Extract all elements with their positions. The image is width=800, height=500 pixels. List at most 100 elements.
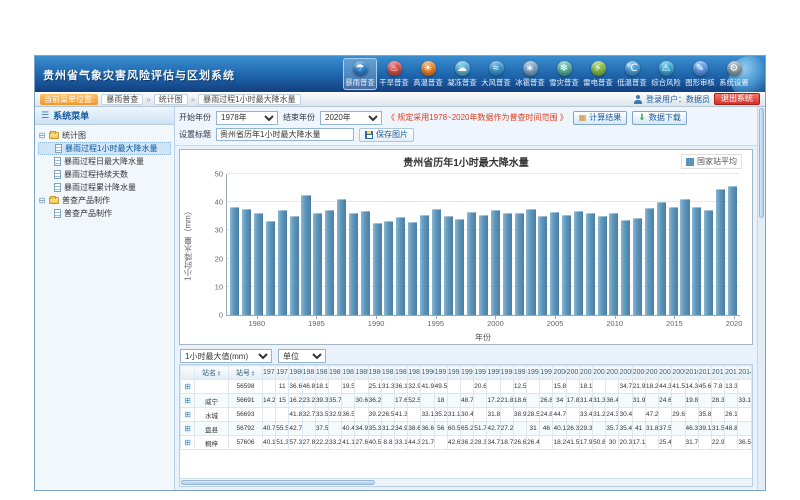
column-header-year[interactable]: 1992 <box>447 366 460 380</box>
column-header-year[interactable]: 1987 <box>381 366 394 380</box>
column-header-year[interactable]: 1991 <box>434 366 447 380</box>
sidebar-item[interactable]: 暴雨过程持续天数 <box>38 168 171 181</box>
column-header-year[interactable]: 1978 <box>263 366 276 380</box>
download-button[interactable]: ⇓ 数据下载 <box>632 111 687 125</box>
expand-row-icon[interactable]: ⊞ <box>184 410 191 419</box>
column-header-year[interactable]: 1986 <box>368 366 381 380</box>
column-header-year[interactable]: 1996 <box>500 366 513 380</box>
nav-item-rainstorm[interactable]: ☂暴雨普查 <box>343 58 377 90</box>
breadcrumb-item[interactable]: 暴雨过程1小时最大降水量 <box>198 94 300 105</box>
column-header-year[interactable]: 2012 <box>711 366 724 380</box>
end-year-select[interactable]: 2020年 <box>320 111 382 125</box>
value-cell: 50.8 <box>593 436 606 450</box>
collapse-icon[interactable]: ⊟ <box>38 131 46 140</box>
chart-bar <box>515 213 524 315</box>
metric-select[interactable]: 1小时最大值(mm) <box>180 349 272 363</box>
nav-item-drought[interactable]: ♨干旱普查 <box>377 58 411 90</box>
column-header-year[interactable]: 1988 <box>395 366 408 380</box>
column-header-year[interactable]: 2013 <box>725 366 738 380</box>
chart-title-input[interactable] <box>216 128 354 141</box>
column-header-year[interactable]: 1999 <box>540 366 553 380</box>
column-header-year[interactable]: 1979 <box>276 366 289 380</box>
column-header-year[interactable]: 2001 <box>566 366 579 380</box>
unit-select[interactable]: 单位 <box>278 349 326 363</box>
column-header-year[interactable]: 2004 <box>606 366 619 380</box>
calculate-button[interactable]: ▦ 计算结果 <box>573 111 628 125</box>
breadcrumb-item[interactable]: 暴雨普查 <box>101 94 143 105</box>
horizontal-scrollbar-thumb[interactable] <box>181 480 375 485</box>
expand-row-icon[interactable]: ⊞ <box>184 438 191 447</box>
column-header-year[interactable]: 1984 <box>342 366 355 380</box>
value-cell <box>698 394 711 408</box>
value-cell <box>672 436 685 450</box>
column-header-year[interactable]: 2002 <box>579 366 592 380</box>
settings-icon: ⚙ <box>727 61 742 76</box>
start-year-select[interactable]: 1978年 <box>216 111 278 125</box>
nav-item-wind[interactable]: ≈大风普查 <box>479 58 513 90</box>
nav-item-hail[interactable]: ∗冰雹普查 <box>513 58 547 90</box>
column-header-year[interactable]: 2011 <box>698 366 711 380</box>
column-header-year[interactable]: 1993 <box>461 366 474 380</box>
nav-item-settings[interactable]: ⚙系统设置 <box>717 58 751 90</box>
nav-item-snow[interactable]: ❄雪灾普查 <box>547 58 581 90</box>
column-header-year[interactable]: 2008 <box>659 366 672 380</box>
chart-bar <box>384 221 393 315</box>
chart-bar <box>242 209 251 315</box>
column-header-year[interactable]: 2003 <box>593 366 606 380</box>
nav-item-freeze[interactable]: ☁凝冻普查 <box>445 58 479 90</box>
column-header-year[interactable]: 2005 <box>619 366 632 380</box>
value-cell: 48.8 <box>725 422 738 436</box>
sidebar-item[interactable]: 暴雨过程日最大降水量 <box>38 155 171 168</box>
logout-button[interactable]: 退出系统 <box>714 93 760 105</box>
column-header-year[interactable]: 1982 <box>315 366 328 380</box>
nav-item-lightning[interactable]: ⚡雷电普查 <box>581 58 615 90</box>
nav-item-review[interactable]: ✎图形审核 <box>683 58 717 90</box>
expand-row-icon[interactable]: ⊞ <box>184 396 191 405</box>
column-header-name[interactable]: 站名▲▼ <box>195 366 229 380</box>
column-header-year[interactable]: 2014 <box>738 366 752 380</box>
value-cell: 17.9 <box>579 436 592 450</box>
value-cell <box>685 408 698 422</box>
sidebar-item-label: 暴雨过程累计降水量 <box>64 182 136 193</box>
column-header-year[interactable]: 1995 <box>487 366 500 380</box>
sort-arrows-icon[interactable]: ▲▼ <box>251 370 255 376</box>
column-header-year[interactable]: 2007 <box>645 366 658 380</box>
horizontal-scrollbar[interactable] <box>180 478 752 486</box>
expand-row-icon[interactable]: ⊞ <box>184 382 191 391</box>
column-header-year[interactable]: 2009 <box>672 366 685 380</box>
nav-item-heat[interactable]: ☀高温普查 <box>411 58 445 90</box>
column-header-year[interactable]: 2010 <box>685 366 698 380</box>
column-header-year[interactable]: 1989 <box>408 366 421 380</box>
column-header-year[interactable]: 2006 <box>632 366 645 380</box>
column-header-year[interactable]: 1998 <box>527 366 540 380</box>
column-header-year[interactable]: 1981 <box>302 366 315 380</box>
vertical-scrollbar[interactable] <box>757 107 765 490</box>
sidebar-item-label: 暴雨过程持续天数 <box>64 169 128 180</box>
expand-row-icon[interactable]: ⊞ <box>184 424 191 433</box>
column-header-year[interactable]: 1983 <box>329 366 342 380</box>
value-cell: 24.6 <box>659 394 672 408</box>
column-header-year[interactable]: 1990 <box>421 366 434 380</box>
nav-item-label: 暴雨普查 <box>345 77 374 87</box>
sidebar-group[interactable]: ⊟普查产品制作 <box>38 194 171 207</box>
sidebar-item[interactable]: 暴雨过程累计降水量 <box>38 181 171 194</box>
column-header-year[interactable]: 1997 <box>513 366 526 380</box>
nav-item-lowtemp[interactable]: ℃低温普查 <box>615 58 649 90</box>
column-header-year[interactable]: 1985 <box>355 366 368 380</box>
sidebar-group[interactable]: ⊟统计图 <box>38 129 171 142</box>
breadcrumb-item[interactable]: 统计图 <box>154 94 188 105</box>
column-header-year[interactable]: 1994 <box>474 366 487 380</box>
column-header-year[interactable]: 1980 <box>289 366 302 380</box>
column-header-year[interactable]: 2000 <box>553 366 566 380</box>
vertical-scrollbar-thumb[interactable] <box>759 108 764 218</box>
save-image-button[interactable]: 保存图片 <box>359 128 414 142</box>
chart-legend[interactable]: 国家站平均 <box>681 154 742 169</box>
nav-item-risk[interactable]: ⚠综合风险 <box>649 58 683 90</box>
content-area: ☰ 系统菜单 ⊟统计图暴雨过程1小时最大降水量暴雨过程日最大降水量暴雨过程持续天… <box>35 107 765 490</box>
value-cell: 34.7 <box>487 436 500 450</box>
sort-arrows-icon[interactable]: ▲▼ <box>217 370 221 376</box>
collapse-icon[interactable]: ⊟ <box>38 196 46 205</box>
sidebar-item[interactable]: 普查产品制作 <box>38 207 171 220</box>
sidebar-item[interactable]: 暴雨过程1小时最大降水量 <box>38 142 171 155</box>
column-header-id[interactable]: 站号▲▼ <box>229 366 263 380</box>
